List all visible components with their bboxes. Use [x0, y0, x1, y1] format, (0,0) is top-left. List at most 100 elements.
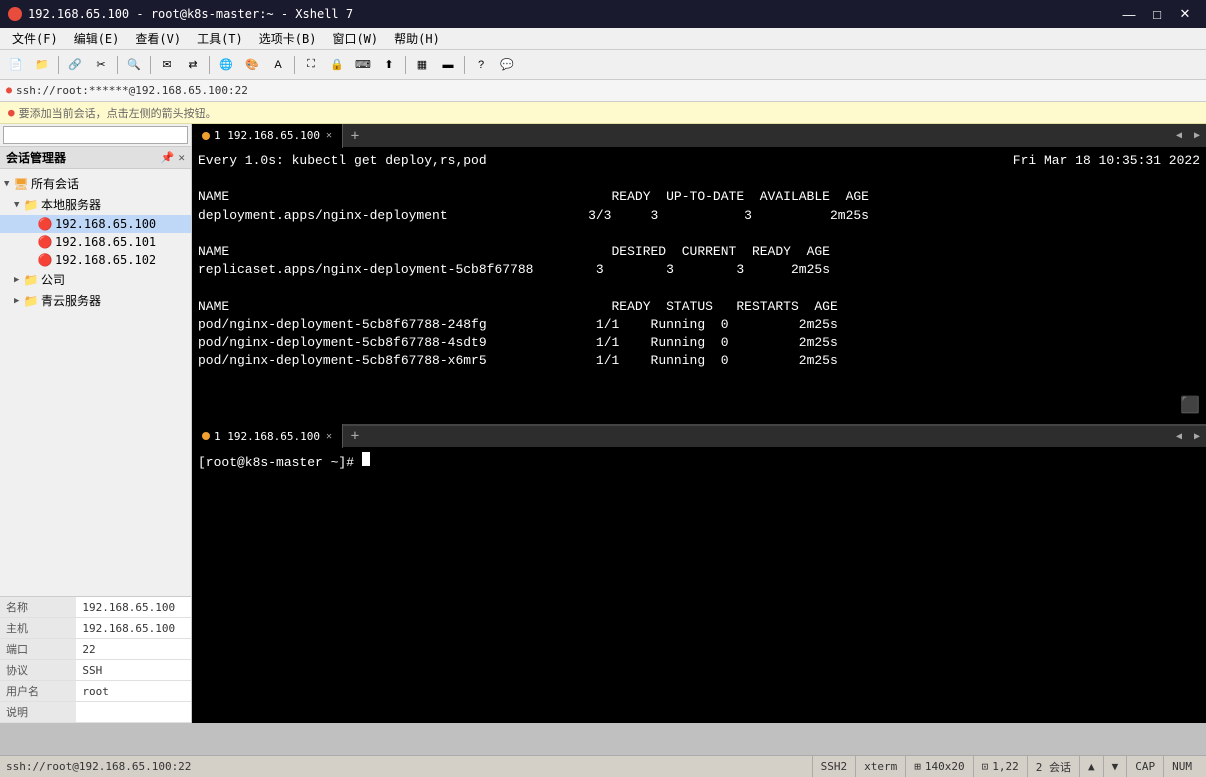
lower-tab-next[interactable]: ▶ [1188, 427, 1206, 445]
menu-view[interactable]: 查看(V) [127, 28, 189, 49]
minimize-button[interactable]: — [1116, 4, 1142, 24]
tree-item-server-102[interactable]: 🔴 192.168.65.102 [0, 251, 191, 269]
col-name3: NAME [198, 299, 604, 314]
tree-item-all-sessions[interactable]: ▼ 🖥 所有会话 [0, 173, 191, 194]
menu-help[interactable]: 帮助(H) [386, 28, 448, 49]
tree-item-qingyun[interactable]: ▶ 📁 青云服务器 [0, 290, 191, 311]
tree-label: 192.168.65.101 [55, 235, 156, 249]
col-ready3: READY [611, 299, 658, 314]
menu-tools[interactable]: 工具(T) [189, 28, 251, 49]
add-tab-button-lower[interactable]: + [343, 424, 367, 448]
lower-terminal[interactable]: [root@k8s-master ~]# [192, 448, 1206, 724]
status-scroll-up[interactable]: ▲ [1079, 756, 1103, 777]
chat-button[interactable]: 💬 [495, 54, 519, 76]
tree-item-server-101[interactable]: 🔴 192.168.65.101 [0, 233, 191, 251]
tree-item-server-100[interactable]: 🔴 192.168.65.100 [0, 215, 191, 233]
expand-icon: ▶ [14, 275, 24, 285]
up-arrow-icon[interactable]: ▲ [1088, 760, 1095, 773]
compose-button[interactable]: ✉ [155, 54, 179, 76]
script-button[interactable]: A [266, 54, 290, 76]
caps-label: CAP [1135, 760, 1155, 773]
pod-header: NAME READY STATUS RESTARTS AGE [198, 298, 1200, 316]
menu-bar: 文件(F) 编辑(E) 查看(V) 工具(T) 选项卡(B) 窗口(W) 帮助(… [0, 28, 1206, 50]
disconnect-button[interactable]: ✂ [89, 54, 113, 76]
timestamp: Fri Mar 18 10:35:31 2022 [1013, 152, 1200, 170]
connect-button[interactable]: 🔗 [63, 54, 87, 76]
session-panel: 会话管理器 📌 ✕ ▼ 🖥 所有会话 ▼ 📁 本地服务器 [0, 124, 192, 723]
terminal-panel: 1 192.168.65.100 ✕ + ◀ ▶ Every 1.0s: kub… [192, 124, 1206, 723]
deploy-age: 2m25s [830, 208, 869, 223]
col-uptodate: UP-TO-DATE [666, 189, 752, 204]
prompt: [root@k8s-master ~]# [198, 455, 362, 470]
new-session-button[interactable]: 📄 [4, 54, 28, 76]
prop-row-desc: 说明 [0, 702, 191, 723]
prop-key: 说明 [0, 702, 76, 723]
tab-next-button[interactable]: ▶ [1188, 127, 1206, 145]
rs-name: replicaset.apps/nginx-deployment-5cb8f67… [198, 262, 588, 277]
lower-tab-prev[interactable]: ◀ [1170, 427, 1188, 445]
hint-text: 要添加当前会话，点击左侧的箭头按钮。 [19, 105, 217, 121]
pod2-status: Running [651, 335, 713, 350]
prop-key: 主机 [0, 618, 76, 639]
menu-edit[interactable]: 编辑(E) [66, 28, 128, 49]
tree-item-company[interactable]: ▶ 📁 公司 [0, 269, 191, 290]
paint-button[interactable]: 🎨 [240, 54, 264, 76]
main-content: 会话管理器 📌 ✕ ▼ 🖥 所有会话 ▼ 📁 本地服务器 [0, 124, 1206, 723]
status-scroll-down[interactable]: ▼ [1103, 756, 1127, 777]
panel-close-button[interactable]: ✕ [178, 151, 185, 164]
add-tab-button[interactable]: + [343, 124, 367, 148]
split-button[interactable]: ▬ [436, 54, 460, 76]
pod2-restarts: 0 [721, 335, 791, 350]
globe-button[interactable]: 🌐 [214, 54, 238, 76]
status-session-path: ssh://root@192.168.65.100:22 [6, 760, 812, 773]
tab-close-button[interactable]: ✕ [326, 130, 332, 141]
prop-row-port: 端口 22 [0, 639, 191, 660]
deploy-name: deployment.apps/nginx-deployment [198, 208, 580, 223]
down-arrow-icon[interactable]: ▼ [1112, 760, 1119, 773]
status-position: 1,22 [992, 760, 1019, 773]
status-xterm: xterm [864, 760, 897, 773]
title-bar: 192.168.65.100 - root@k8s-master:~ - Xsh… [0, 0, 1206, 28]
rs-age: 2m25s [791, 262, 830, 277]
status-sessions: 2 会话 [1027, 756, 1079, 777]
tab-close-button[interactable]: ✕ [326, 431, 332, 442]
upload-button[interactable]: ⬆ [377, 54, 401, 76]
sftp-button[interactable]: ⇄ [181, 54, 205, 76]
pod-row-1: pod/nginx-deployment-5cb8f67788-248fg 1/… [198, 316, 1200, 334]
tree-item-local-server[interactable]: ▼ 📁 本地服务器 [0, 194, 191, 215]
rs-ready: 3 [736, 262, 783, 277]
status-items: SSH2 xterm ⊞ 140x20 ⊡ 1,22 2 会话 ▲ ▼ [812, 756, 1200, 777]
tab-prev-button[interactable]: ◀ [1170, 127, 1188, 145]
help-btn[interactable]: ? [469, 54, 493, 76]
menu-file[interactable]: 文件(F) [4, 28, 66, 49]
cursor [362, 452, 370, 466]
col-restarts: RESTARTS [736, 299, 806, 314]
num-label: NUM [1172, 760, 1192, 773]
open-button[interactable]: 📁 [30, 54, 54, 76]
keyboard-button[interactable]: ⌨ [351, 54, 375, 76]
session-tree: ▼ 🖥 所有会话 ▼ 📁 本地服务器 🔴 192.168.65.100 [0, 169, 191, 596]
lock-button[interactable]: 🔒 [325, 54, 349, 76]
status-cursor-pos: ⊡ 1,22 [973, 756, 1027, 777]
lower-tab-1[interactable]: 1 192.168.65.100 ✕ [192, 424, 343, 448]
upper-terminal[interactable]: Every 1.0s: kubectl get deploy,rs,pod Fr… [192, 148, 1206, 424]
tree-label: 所有会话 [31, 175, 79, 192]
close-button[interactable]: ✕ [1172, 4, 1198, 24]
col-status: STATUS [666, 299, 728, 314]
prop-value: root [76, 681, 191, 702]
tree-label: 青云服务器 [41, 292, 101, 309]
search-button[interactable]: 🔍 [122, 54, 146, 76]
maximize-button[interactable]: □ [1144, 4, 1170, 24]
status-ssh-path: ssh://root@192.168.65.100:22 [6, 760, 191, 773]
layout-button[interactable]: ▦ [410, 54, 434, 76]
menu-window[interactable]: 窗口(W) [324, 28, 386, 49]
menu-tabs[interactable]: 选项卡(B) [251, 28, 325, 49]
hint-bar: ● 要添加当前会话，点击左侧的箭头按钮。 [0, 102, 1206, 124]
upper-tab-1[interactable]: 1 192.168.65.100 ✕ [192, 124, 343, 148]
server-icon: 🔴 [38, 235, 52, 249]
server-icon: 🔴 [38, 253, 52, 267]
panel-pin-button[interactable]: 📌 [161, 151, 175, 164]
search-input[interactable] [3, 126, 188, 144]
folder-icon: 📁 [24, 294, 38, 308]
fullscreen-button[interactable]: ⛶ [299, 54, 323, 76]
